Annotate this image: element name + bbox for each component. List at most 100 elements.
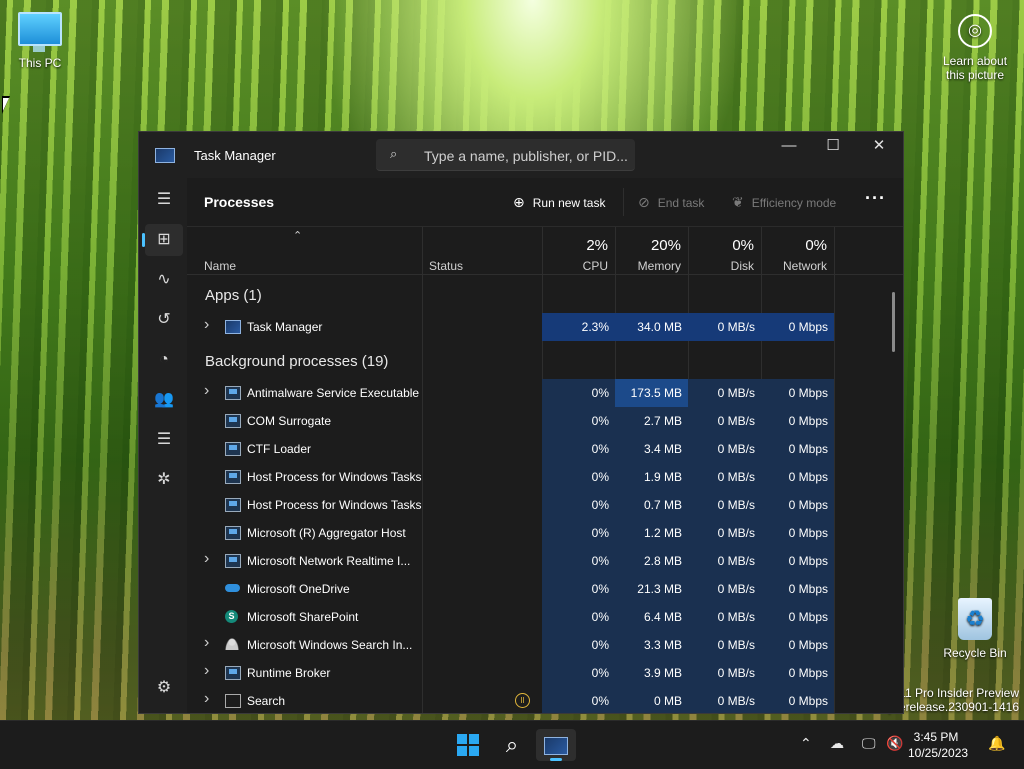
more-options-icon[interactable]: ··· xyxy=(865,188,886,209)
process-row[interactable]: › Antimalware Service Executable 0% 173.5 M… xyxy=(187,379,903,407)
network-icon[interactable]: 🖵 xyxy=(862,735,876,752)
column-header-name[interactable]: ⌃ Name xyxy=(187,227,422,274)
process-row[interactable]: COM Surrogate 0% 2.7 MB 0 MB/s 0 Mbps xyxy=(187,407,903,435)
exe-icon xyxy=(225,526,241,540)
disk-value: 0 MB/s xyxy=(688,491,761,519)
nav-startup-apps[interactable]: ◔ xyxy=(145,344,183,376)
process-name: Host Process for Windows Tasks xyxy=(247,498,422,512)
nav-users[interactable]: 👥 xyxy=(145,384,183,416)
efficiency-mode-button[interactable]: ❦ Efficiency mode xyxy=(732,194,836,211)
process-row[interactable]: › Task Manager 2.3% 34.0 MB 0 MB/s 0 Mbps xyxy=(187,313,903,341)
hamburger-menu-icon[interactable]: ☰ xyxy=(145,184,183,216)
process-row[interactable]: Microsoft (R) Aggregator Host 0% 1.2 MB 0 M… xyxy=(187,519,903,547)
onedrive-cloud-icon[interactable]: ☁ xyxy=(830,735,844,752)
cpu-value: 0% xyxy=(542,631,615,659)
expand-chevron-icon[interactable]: › xyxy=(204,550,209,568)
search-input[interactable] xyxy=(422,145,631,167)
onedrive-icon xyxy=(225,582,240,594)
expand-chevron-icon[interactable]: › xyxy=(204,316,209,334)
computer-icon xyxy=(18,12,62,52)
clock[interactable]: 3:45 PM 10/25/2023 xyxy=(908,729,969,761)
end-task-button[interactable]: ⊘ End task xyxy=(638,194,704,211)
process-row[interactable]: S Microsoft SharePoint 0% 6.4 MB 0 MB/s 0 Mbp… xyxy=(187,603,903,631)
expand-chevron-icon[interactable]: › xyxy=(204,382,209,400)
process-row[interactable]: › Search II 0% 0 MB 0 MB/s 0 Mbps xyxy=(187,687,903,713)
exe-icon xyxy=(225,498,241,512)
sort-up-icon: ⌃ xyxy=(293,230,303,242)
expand-chevron-icon[interactable]: › xyxy=(204,634,209,652)
process-row[interactable]: Host Process for Windows Tasks 0% 1.9 MB 0 … xyxy=(187,463,903,491)
memory-value: 173.5 MB xyxy=(615,379,688,407)
command-bar: Processes ⊕ Run new task ⊘ End task ❦ Effic… xyxy=(187,178,903,227)
column-header-disk[interactable]: 0% Disk xyxy=(688,227,761,274)
navigation-pane: ☰ ⊞ ∿ ↺ ◔ 👥 ☰ ✲ ⚙ xyxy=(139,178,187,713)
column-header-status[interactable]: Status xyxy=(422,227,542,274)
task-manager-window: Task Manager ⌕ — ☐ ✕ ☰ ⊞ ∿ ↺ ◔ 👥 ☰ ✲ ⚙ P… xyxy=(138,131,904,714)
process-row[interactable]: › Runtime Broker 0% 3.9 MB 0 MB/s 0 Mbps xyxy=(187,659,903,687)
run-new-task-button[interactable]: ⊕ Run new task xyxy=(513,194,605,211)
time: 3:45 PM xyxy=(913,730,959,744)
close-button[interactable]: ✕ xyxy=(856,132,902,162)
list-icon: ☰ xyxy=(156,431,172,448)
exe-icon xyxy=(225,442,241,456)
watermark-line-1: 11 Pro Insider Preview xyxy=(899,686,1019,700)
column-header-cpu[interactable]: 2% CPU xyxy=(542,227,615,274)
process-name: Microsoft OneDrive xyxy=(247,582,350,596)
nav-performance[interactable]: ∿ xyxy=(145,264,183,296)
desktop-icon-this-pc[interactable]: This PC xyxy=(0,12,80,70)
process-row[interactable]: Microsoft OneDrive 0% 21.3 MB 0 MB/s 0 Mbps xyxy=(187,575,903,603)
process-row[interactable]: › Microsoft Windows Search In... 0% 3.3 MB 0… xyxy=(187,631,903,659)
volume-muted-icon[interactable]: 🔇 xyxy=(886,735,903,752)
cpu-value: 0% xyxy=(542,687,615,713)
desktop-icon-recycle-bin[interactable]: ♻ Recycle Bin xyxy=(935,598,1015,660)
cpu-value: 0% xyxy=(542,519,615,547)
maximize-button[interactable]: ☐ xyxy=(810,132,856,162)
memory-value: 21.3 MB xyxy=(615,575,688,603)
taskbar-search-button[interactable]: ⌕ xyxy=(492,729,532,761)
column-label: Memory xyxy=(637,259,681,273)
nav-details[interactable]: ☰ xyxy=(145,424,183,456)
network-value: 0 Mbps xyxy=(761,407,834,435)
memory-value: 1.9 MB xyxy=(615,463,688,491)
minimize-button[interactable]: — xyxy=(766,132,812,162)
network-value: 0 Mbps xyxy=(761,575,834,603)
nav-services[interactable]: ✲ xyxy=(145,464,183,496)
column-header-memory[interactable]: 20% Memory xyxy=(615,227,688,274)
process-row[interactable]: CTF Loader 0% 3.4 MB 0 MB/s 0 Mbps xyxy=(187,435,903,463)
settings-icon[interactable]: ⚙ xyxy=(145,672,183,704)
memory-value: 3.9 MB xyxy=(615,659,688,687)
learn-about-picture[interactable]: ◎ Learn about this picture xyxy=(935,14,1015,82)
date: 10/25/2023 xyxy=(908,746,969,760)
taskbar-task-manager[interactable] xyxy=(536,729,576,761)
scrollbar-thumb[interactable] xyxy=(892,292,895,352)
process-name: Microsoft Windows Search In... xyxy=(247,638,413,652)
process-row[interactable]: › Microsoft Network Realtime I... 0% 2.8 MB… xyxy=(187,547,903,575)
desktop-icon-label: This PC xyxy=(18,56,62,70)
end-task-label: End task xyxy=(657,196,705,210)
cpu-value: 0% xyxy=(542,379,615,407)
process-row[interactable]: Host Process for Windows Tasks 0% 0.7 MB 0 … xyxy=(187,491,903,519)
search-icon: ⌕ xyxy=(390,146,398,161)
process-name: Microsoft SharePoint xyxy=(247,610,359,624)
start-button[interactable] xyxy=(448,729,488,761)
nav-app-history[interactable]: ↺ xyxy=(145,304,183,336)
leaf-icon: ❦ xyxy=(732,194,744,210)
title-bar[interactable]: Task Manager ⌕ — ☐ ✕ xyxy=(139,132,903,178)
column-header-network[interactable]: 0% Network xyxy=(761,227,834,274)
column-label: CPU xyxy=(582,259,608,273)
disk-value: 0 MB/s xyxy=(688,631,761,659)
learn-line-1: Learn about xyxy=(942,54,1008,68)
nav-processes[interactable]: ⊞ xyxy=(142,224,183,256)
column-label: Disk xyxy=(730,259,754,273)
exe-icon xyxy=(225,470,241,484)
search-box[interactable]: ⌕ xyxy=(376,139,635,171)
expand-chevron-icon[interactable]: › xyxy=(204,662,209,680)
process-name: COM Surrogate xyxy=(247,414,332,428)
disk-value: 0 MB/s xyxy=(688,313,761,341)
tray-overflow-chevron-icon[interactable]: ⌃ xyxy=(800,735,812,752)
exe-icon xyxy=(225,414,241,428)
network-value: 0 Mbps xyxy=(761,519,834,547)
cpu-value: 0% xyxy=(542,491,615,519)
expand-chevron-icon[interactable]: › xyxy=(204,690,209,708)
notification-bell-icon[interactable]: 🔔 xyxy=(988,735,1005,752)
